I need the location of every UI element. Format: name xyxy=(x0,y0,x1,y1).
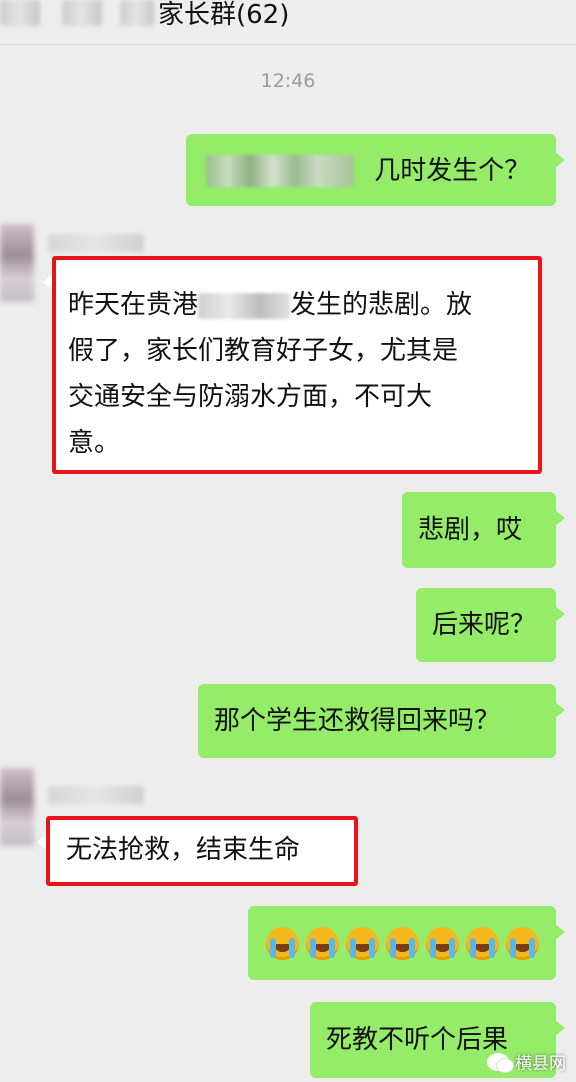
message-text: 悲剧，哎 xyxy=(418,515,523,545)
wechat-logo-icon xyxy=(487,1052,514,1073)
loudly-crying-face-icon xyxy=(306,926,339,960)
sender-avatar[interactable] xyxy=(0,224,34,302)
message-bubble-sent[interactable]: 那个学生还救得回来吗？ xyxy=(198,684,565,758)
highlight-box xyxy=(46,816,358,886)
watermark-text: 横县网 xyxy=(515,1054,566,1074)
message-text: 死教不听个后果 xyxy=(326,1025,509,1055)
chat-header: 家长群(62) xyxy=(0,0,576,45)
message-text: 后来呢？ xyxy=(432,610,537,640)
loudly-crying-face-icon xyxy=(346,926,379,960)
blurred-header-name-1 xyxy=(62,0,102,26)
loudly-crying-face-icon xyxy=(266,926,299,960)
loudly-crying-face-icon xyxy=(466,926,499,960)
message-bubble-sent[interactable]: 后来呢？ xyxy=(416,588,565,662)
blurred-header-avatar xyxy=(0,0,40,26)
loudly-crying-face-icon xyxy=(386,926,419,960)
loudly-crying-face-icon xyxy=(426,926,459,960)
loudly-crying-face-icon xyxy=(506,926,539,960)
message-text: 那个学生还救得回来吗？ xyxy=(214,706,501,736)
message-bubble-sent[interactable]: 几时发生个？ xyxy=(186,134,565,206)
sender-nickname-blurred xyxy=(48,786,144,804)
watermark: 横县网 xyxy=(487,1049,566,1074)
message-text: 几时发生个？ xyxy=(374,155,531,186)
highlight-box xyxy=(52,256,542,474)
message-bubble-sent[interactable] xyxy=(248,906,565,980)
sender-nickname-blurred xyxy=(48,234,144,252)
blurred-header-name-2 xyxy=(120,0,154,26)
sender-avatar[interactable] xyxy=(0,768,34,846)
message-timestamp: 12:46 xyxy=(260,70,316,92)
chat-title[interactable]: 家长群(62) xyxy=(158,0,289,31)
censored-text-mosaic xyxy=(206,154,354,187)
message-bubble-sent[interactable]: 悲剧，哎 xyxy=(402,492,565,568)
